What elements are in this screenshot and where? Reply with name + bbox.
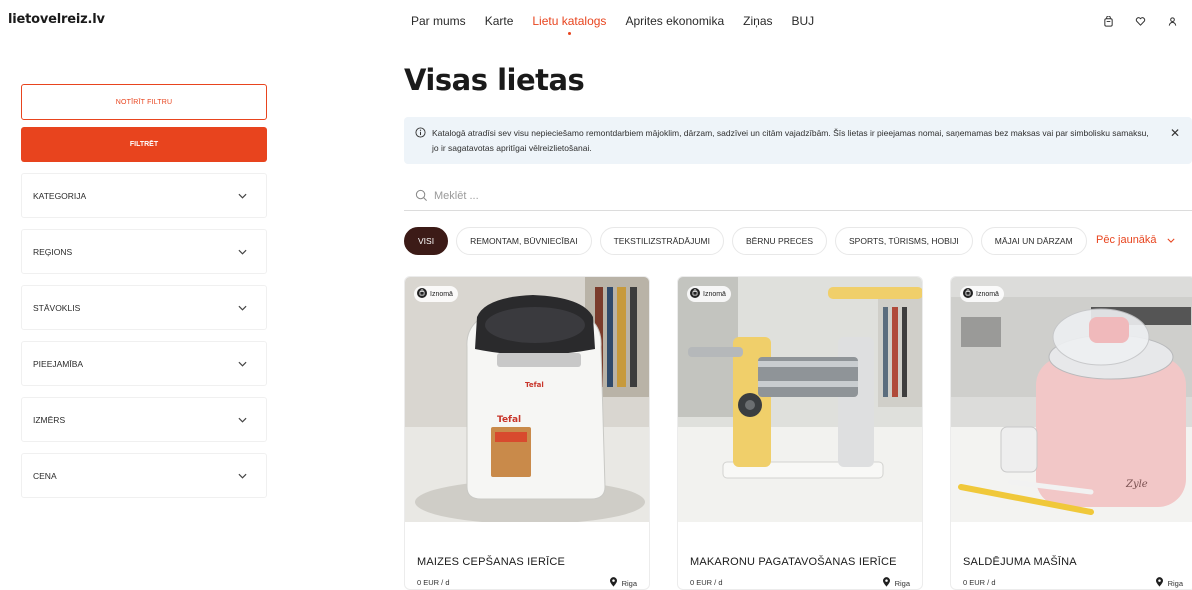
product-title: MAKARONU PAGATAVOŠANAS IERĪCE xyxy=(690,556,897,568)
chip-tekstilizstradajumi[interactable]: TEKSTILIZSTRĀDĀJUMI xyxy=(599,227,724,255)
accordion-label: PIEEJAMĪBA xyxy=(33,358,84,369)
clear-filter-button[interactable]: NOTĪRĪT FILTRU xyxy=(21,84,267,120)
rental-badge: Iznomā xyxy=(414,286,458,302)
product-title: SALDĒJUMA MAŠĪNA xyxy=(963,556,1077,568)
accordion-label: IZMĒRS xyxy=(33,414,66,425)
chevron-down-icon xyxy=(238,247,247,257)
product-price: 0 EUR / d xyxy=(963,578,996,587)
nav-par-mums[interactable]: Par mums xyxy=(411,14,466,28)
product-grid: Tefal Tefal Iznomā MAIZES CEPŠANAS IERĪC… xyxy=(404,276,1192,590)
product-image-ice-cream-maker: Zyle Iznomā xyxy=(951,277,1192,522)
accordion-label: STĀVOKLIS xyxy=(33,302,81,313)
sort-dropdown[interactable]: Pēc jaunākā xyxy=(1096,234,1175,246)
svg-text:Tefal: Tefal xyxy=(497,415,521,425)
product-card[interactable]: Iznomā MAKARONU PAGATAVOŠANAS IERĪCE 0 E… xyxy=(677,276,923,590)
filter-sidebar: NOTĪRĪT FILTRU FILTRĒT KATEGORIJA REĢION… xyxy=(21,84,267,498)
accordion-kategorija[interactable]: KATEGORIJA xyxy=(21,173,267,218)
chip-bernu-preces[interactable]: BĒRNU PRECES xyxy=(731,227,828,255)
accordion-izmers[interactable]: IZMĒRS xyxy=(21,397,267,442)
filter-button[interactable]: FILTRĒT xyxy=(21,127,267,162)
sort-label: Pēc jaunākā xyxy=(1096,234,1157,246)
header: lietovelreiz.lv Par mums Karte Lietu kat… xyxy=(0,0,1192,44)
rental-badge: Iznomā xyxy=(960,286,1004,302)
location-pin-icon xyxy=(882,577,891,589)
main-nav: Par mums Karte Lietu katalogs Aprites ek… xyxy=(411,14,833,35)
cart-icon[interactable] xyxy=(1098,11,1118,31)
nav-karte[interactable]: Karte xyxy=(485,14,514,28)
location-pin-icon xyxy=(609,577,618,589)
product-price: 0 EUR / d xyxy=(690,578,723,587)
info-text: Katalogā atradīsi sev visu nepieciešamo … xyxy=(432,128,1149,153)
chip-majai-un-darzam[interactable]: MĀJAI UN DĀRZAM xyxy=(980,227,1087,255)
accordion-label: KATEGORIJA xyxy=(33,190,87,201)
nav-zinas[interactable]: Ziņas xyxy=(743,14,772,28)
search-icon xyxy=(415,189,428,202)
product-title: MAIZES CEPŠANAS IERĪCE xyxy=(417,556,566,568)
product-location: Riga xyxy=(882,577,910,589)
chevron-down-icon xyxy=(238,303,247,313)
nav-aprites-ekonomika[interactable]: Aprites ekonomika xyxy=(625,14,724,28)
accordion-label: CENA xyxy=(33,470,57,481)
accordion-stavoklis[interactable]: STĀVOKLIS xyxy=(21,285,267,330)
accordion-cena[interactable]: CENA xyxy=(21,453,267,498)
info-banner: Katalogā atradīsi sev visu nepieciešamo … xyxy=(404,117,1192,164)
chevron-down-icon xyxy=(238,359,247,369)
search-input[interactable] xyxy=(434,189,1134,202)
page-title: Visas lietas xyxy=(404,63,585,97)
logo[interactable]: lietovelreiz.lv xyxy=(8,12,105,27)
product-price: 0 EUR / d xyxy=(417,578,450,587)
rental-icon xyxy=(417,288,427,300)
chip-sports[interactable]: SPORTS, TŪRISMS, HOBIJI xyxy=(835,227,973,255)
info-icon xyxy=(415,127,426,164)
user-icon[interactable] xyxy=(1162,11,1182,31)
product-card[interactable]: Tefal Tefal Iznomā MAIZES CEPŠANAS IERĪC… xyxy=(404,276,650,590)
search-bar xyxy=(404,181,1192,211)
nav-lietu-katalogs[interactable]: Lietu katalogs xyxy=(532,14,606,35)
chevron-down-icon xyxy=(238,415,247,425)
header-icons xyxy=(1098,11,1182,31)
product-location: Riga xyxy=(609,577,637,589)
rental-icon xyxy=(690,288,700,300)
nav-buj[interactable]: BUJ xyxy=(792,14,815,28)
accordion-label: REĢIONS xyxy=(33,246,73,257)
category-chips: VISI REMONTAM, BŪVNIECĪBAI TEKSTILIZSTRĀ… xyxy=(404,227,1087,255)
heart-icon[interactable] xyxy=(1130,11,1150,31)
chevron-down-icon xyxy=(1166,234,1175,246)
accordion-regions[interactable]: REĢIONS xyxy=(21,229,267,274)
chip-remontam[interactable]: REMONTAM, BŪVNIECĪBAI xyxy=(456,227,592,255)
chip-visi[interactable]: VISI xyxy=(404,227,449,255)
accordion-pieejamiba[interactable]: PIEEJAMĪBA xyxy=(21,341,267,386)
rental-badge: Iznomā xyxy=(687,286,731,302)
close-icon[interactable]: ✕ xyxy=(1170,126,1180,141)
svg-text:Zyle: Zyle xyxy=(1125,479,1148,490)
chevron-down-icon xyxy=(238,191,247,201)
location-pin-icon xyxy=(1155,577,1164,589)
page: lietovelreiz.lv Par mums Karte Lietu kat… xyxy=(0,0,1192,590)
product-image-pasta-maker: Iznomā xyxy=(678,277,922,522)
rental-icon xyxy=(963,288,973,300)
product-card[interactable]: Zyle Iznomā SALDĒJUMA MAŠĪNA 0 EUR / d R… xyxy=(950,276,1192,590)
product-location: Riga xyxy=(1155,577,1183,589)
product-image-bread-maker: Tefal Tefal Iznomā xyxy=(405,277,649,522)
svg-text:Tefal: Tefal xyxy=(525,381,544,389)
chevron-down-icon xyxy=(238,471,247,481)
